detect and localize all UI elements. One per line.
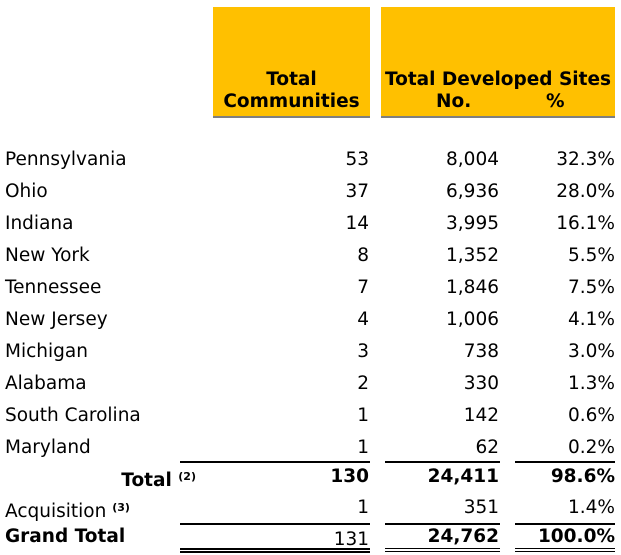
total-row: Total (2) 130 24,411 98.6% (0, 462, 621, 492)
total-label: Total (2) (121, 470, 196, 491)
communities-cell: 4 (357, 309, 369, 330)
header-no: No. (436, 91, 472, 112)
acquisition-sites: 351 (463, 497, 499, 518)
total-communities: 130 (330, 466, 369, 487)
header-total-communities: Total Communities (213, 7, 370, 118)
pct-cell: 16.1% (556, 213, 615, 234)
table-row: Alabama 2 330 1.3% (0, 369, 621, 399)
total-pct: 98.6% (550, 466, 615, 487)
table-row: Ohio 37 6,936 28.0% (0, 177, 621, 207)
pct-cell: 3.0% (568, 341, 615, 362)
header-sites-title: Total Developed Sites (384, 69, 612, 90)
communities-cell: 53 (345, 149, 369, 170)
state-label: Indiana (5, 213, 74, 234)
state-label: South Carolina (5, 405, 141, 426)
grand-total-communities: 131 (333, 529, 369, 550)
state-label: Pennsylvania (5, 149, 127, 170)
state-label: Tennessee (5, 277, 102, 298)
double-underline (385, 548, 500, 549)
header-total-developed-sites: Total Developed Sites No. % (381, 7, 615, 118)
state-label: Michigan (5, 341, 88, 362)
state-label: New Jersey (5, 309, 108, 330)
table-row: New Jersey 4 1,006 4.1% (0, 305, 621, 335)
divider (180, 461, 370, 463)
sites-cell: 8,004 (446, 149, 499, 170)
state-label: Ohio (5, 181, 48, 202)
table-row: Pennsylvania 53 8,004 32.3% (0, 145, 621, 175)
acquisition-communities: 1 (357, 497, 369, 518)
double-underline (515, 548, 615, 549)
table-row: Indiana 14 3,995 16.1% (0, 209, 621, 239)
pct-cell: 4.1% (568, 309, 615, 330)
communities-cell: 1 (357, 437, 369, 458)
pct-cell: 0.2% (568, 437, 615, 458)
table-row: South Carolina 1 142 0.6% (0, 401, 621, 431)
table-row: Michigan 3 738 3.0% (0, 337, 621, 367)
pct-cell: 0.6% (568, 405, 615, 426)
sites-cell: 62 (475, 437, 499, 458)
double-underline (180, 548, 370, 550)
state-label: Maryland (5, 437, 91, 458)
divider (515, 523, 615, 525)
sites-cell: 1,006 (446, 309, 499, 330)
header-line-1: Total (266, 69, 317, 90)
pct-cell: 1.3% (568, 373, 615, 394)
table-row: New York 8 1,352 5.5% (0, 241, 621, 271)
header-pct: % (546, 91, 565, 112)
communities-cell: 37 (345, 181, 369, 202)
communities-cell: 8 (357, 245, 369, 266)
header-line-2: Communities (223, 91, 360, 112)
total-sites: 24,411 (427, 466, 499, 487)
sites-cell: 1,846 (446, 277, 499, 298)
sites-cell: 142 (463, 405, 499, 426)
pct-cell: 5.5% (568, 245, 615, 266)
state-label: New York (5, 245, 90, 266)
table-row: Maryland 1 62 0.2% (0, 433, 621, 463)
state-label: Alabama (5, 373, 87, 394)
pct-cell: 32.3% (556, 149, 615, 170)
acquisition-pct: 1.4% (568, 497, 615, 518)
communities-cell: 2 (357, 373, 369, 394)
sites-cell: 6,936 (446, 181, 499, 202)
sites-cell: 1,352 (446, 245, 499, 266)
sites-cell: 738 (463, 341, 499, 362)
divider (385, 523, 500, 525)
divider (180, 523, 370, 525)
sites-cell: 3,995 (446, 213, 499, 234)
sites-cell: 330 (463, 373, 499, 394)
divider (515, 461, 615, 463)
communities-cell: 7 (357, 277, 369, 298)
communities-cell: 1 (357, 405, 369, 426)
pct-cell: 28.0% (556, 181, 615, 202)
grand-total-label: Grand Total (5, 526, 126, 547)
divider (385, 461, 500, 463)
communities-cell: 14 (345, 213, 369, 234)
communities-cell: 3 (357, 341, 369, 362)
acquisition-row: Acquisition (3) 1 351 1.4% (0, 493, 621, 523)
pct-cell: 7.5% (568, 277, 615, 298)
table-row: Tennessee 7 1,846 7.5% (0, 273, 621, 303)
